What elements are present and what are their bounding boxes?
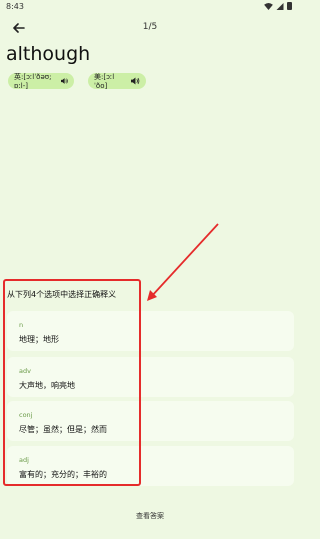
pronunciation-uk-label: 英:[ɔːlˈðəʊ; ɒːl-] [14,73,52,90]
status-bar: 8:43 [0,0,300,14]
view-answer-link[interactable]: 查看答案 [0,511,300,521]
speaker-icon [131,77,140,85]
battery-icon [287,2,292,10]
speaker-icon [60,78,68,84]
pronunciation-us-button[interactable]: 美:[ɔːlˈðo] [88,73,146,90]
signal-icon [276,2,284,10]
word-title: although [6,43,91,65]
status-icons [264,2,292,10]
wifi-icon [264,2,273,10]
annotation-highlight-box [3,279,141,486]
top-bar: 1/5 [0,16,300,40]
pronunciation-uk-button[interactable]: 英:[ɔːlˈðəʊ; ɒːl-] [8,73,74,90]
progress-indicator: 1/5 [142,22,158,32]
pronunciation-us-label: 美:[ɔːlˈðo] [94,73,115,90]
status-time: 8:43 [6,2,24,11]
